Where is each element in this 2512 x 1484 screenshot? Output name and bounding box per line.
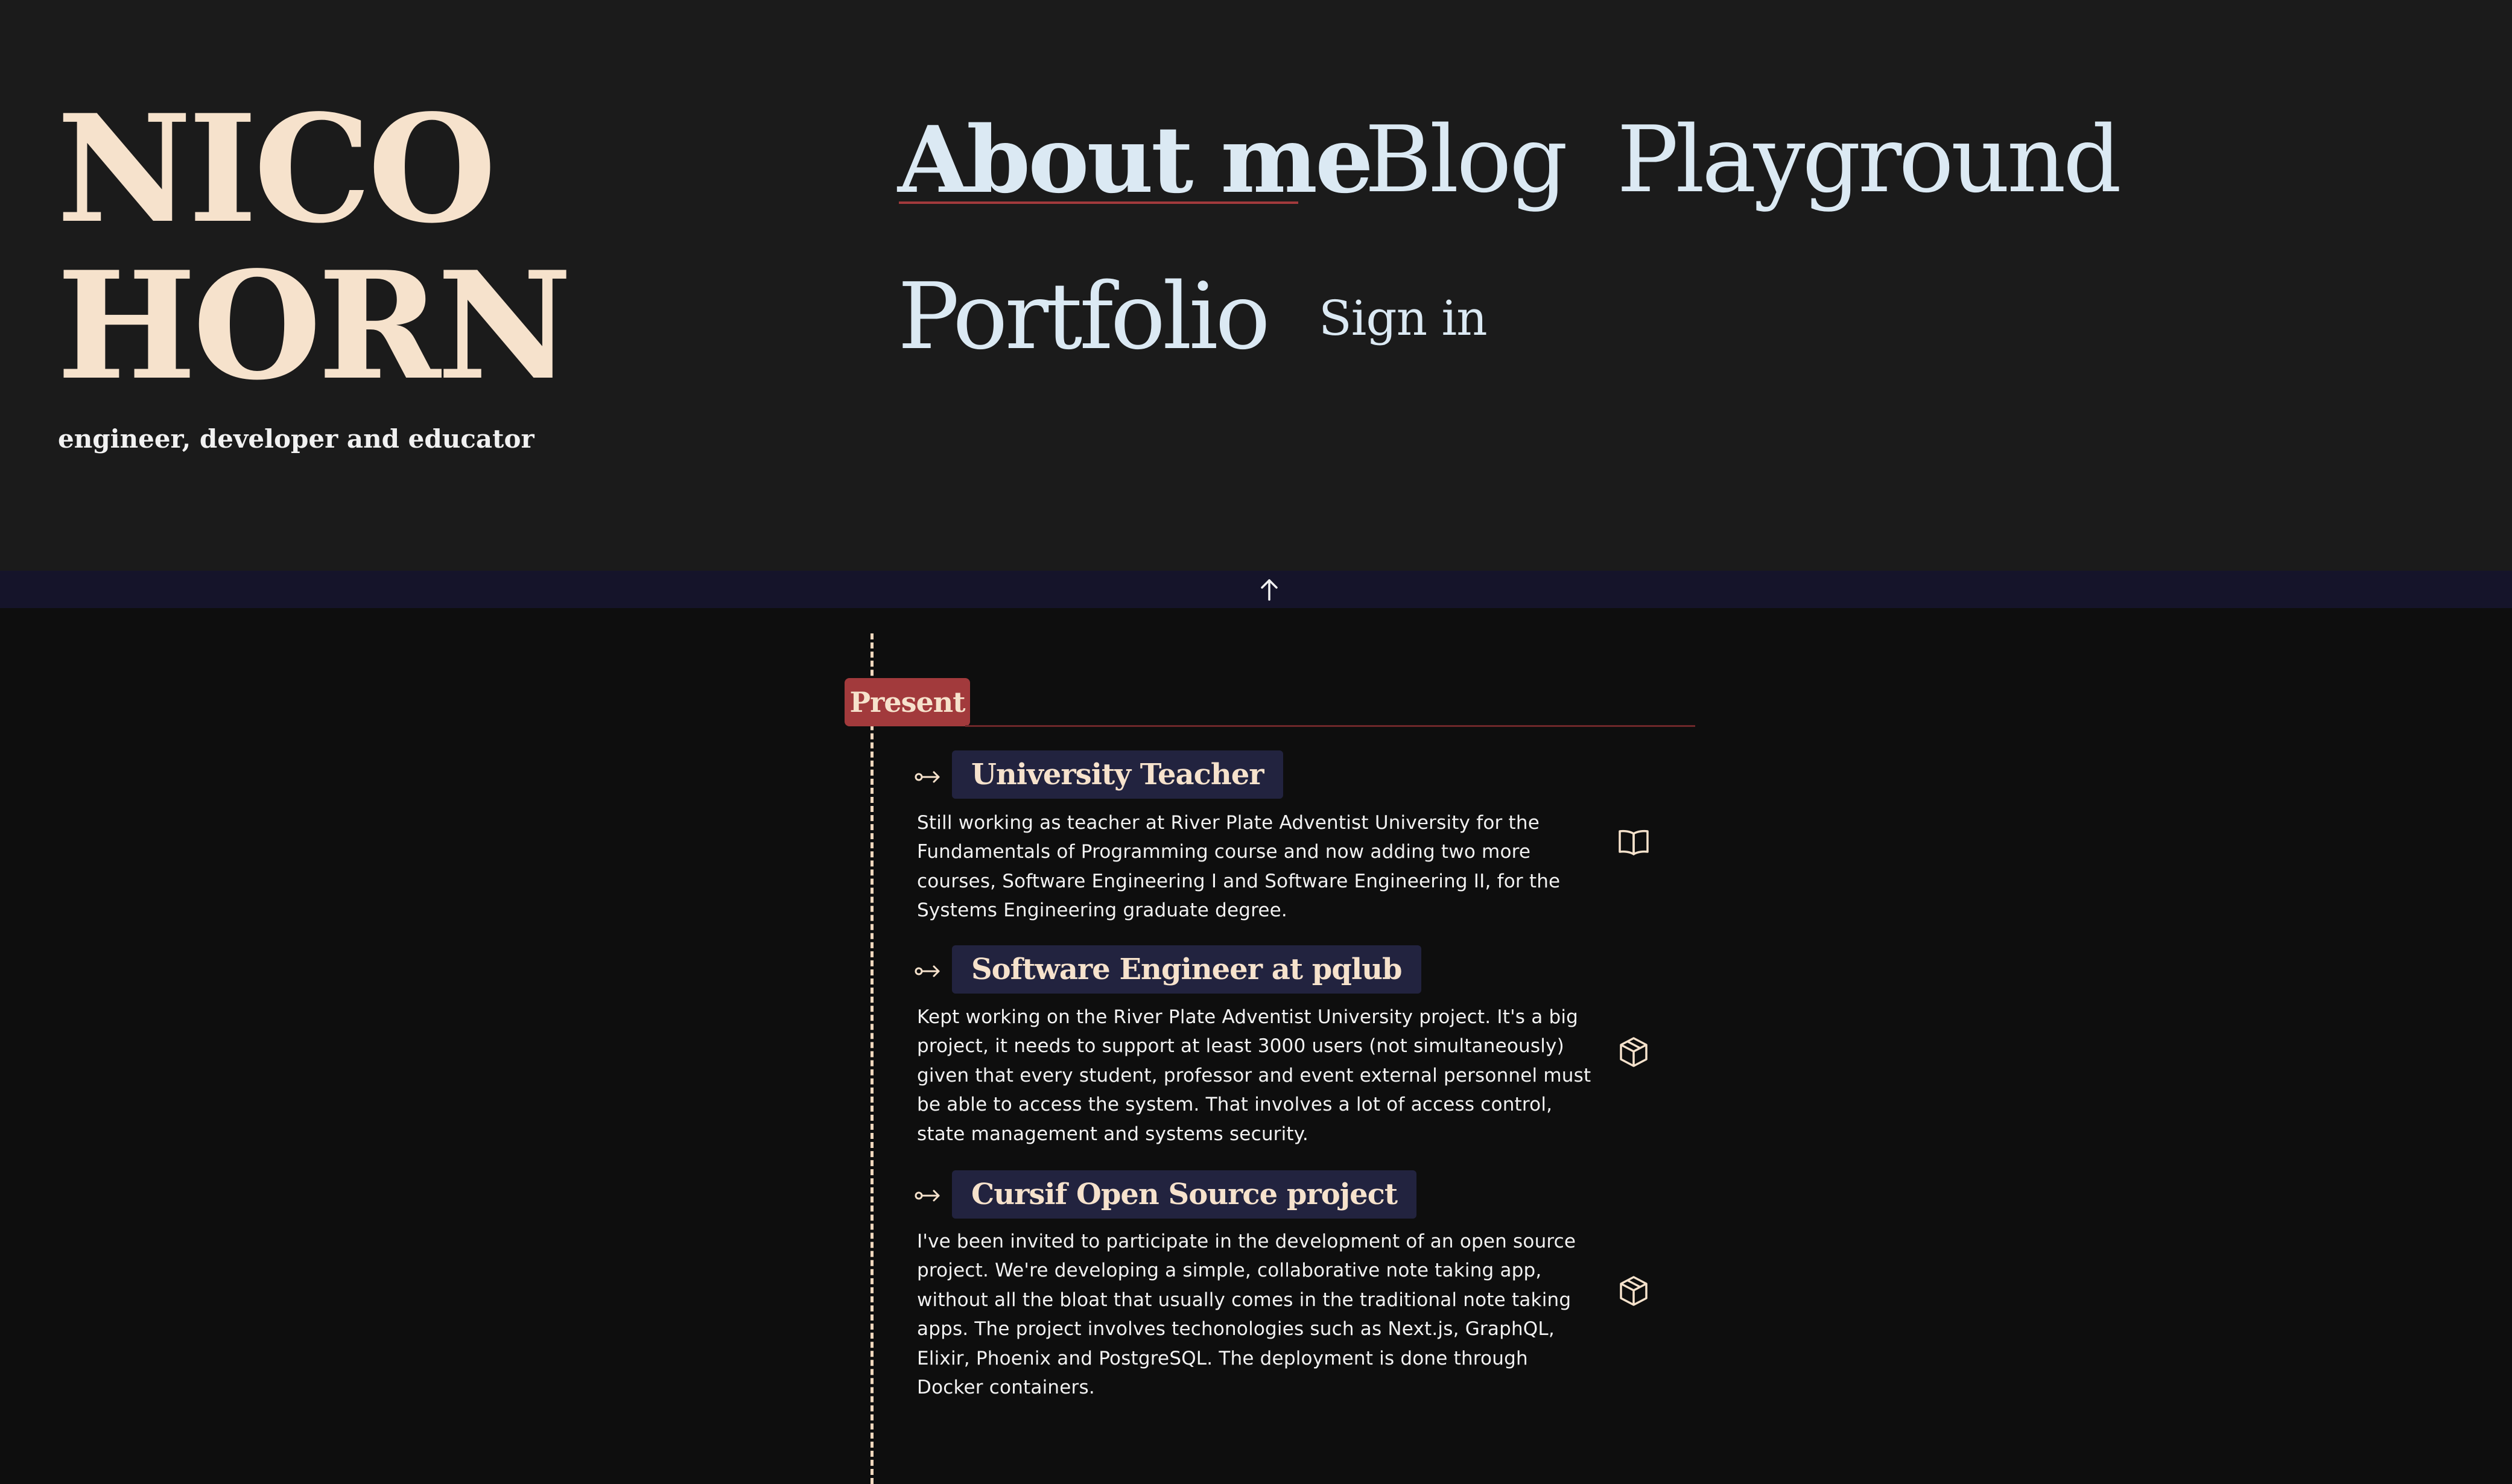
key-arrow-icon: [915, 965, 940, 977]
present-badge: Present: [845, 678, 970, 726]
package-icon: [1620, 1037, 1648, 1067]
present-divider: [965, 725, 1695, 727]
entry-description: Still working as teacher at River Plate …: [917, 812, 1561, 922]
sign-in-link[interactable]: Sign in: [1319, 288, 1488, 349]
nav-link-blog[interactable]: Blog: [1365, 103, 1568, 217]
nav-link-portfolio[interactable]: Portfolio: [898, 259, 1270, 374]
entry-title: University Teacher: [952, 750, 1283, 799]
key-arrow-icon: [915, 771, 940, 783]
entry-description: I've been invited to participate in the …: [917, 1231, 1576, 1399]
site-header: NICO HORN engineer, developer and educat…: [0, 0, 2512, 571]
key-arrow-icon: [915, 1190, 940, 1202]
scroll-to-top-bar[interactable]: [0, 571, 2512, 608]
site-tagline: engineer, developer and educator: [58, 424, 534, 454]
entry-description: Kept working on the River Plate Adventis…: [917, 1006, 1591, 1145]
nav-link-about-me[interactable]: About me: [898, 103, 1374, 217]
site-logo[interactable]: NICO HORN: [57, 82, 572, 413]
entry-title: Cursif Open Source project: [952, 1170, 1417, 1219]
arrow-up-icon: [1261, 579, 1278, 601]
active-nav-underline: [899, 201, 1298, 204]
nav-link-playground[interactable]: Playground: [1617, 103, 2122, 217]
entry-title: Software Engineer at pqlub: [952, 945, 1421, 994]
book-icon: [1619, 829, 1649, 855]
logo-line-1: NICO: [57, 82, 496, 256]
package-icon: [1620, 1276, 1648, 1306]
timeline-dashed-line: [871, 633, 874, 1484]
logo-line-2: HORN: [57, 239, 572, 413]
